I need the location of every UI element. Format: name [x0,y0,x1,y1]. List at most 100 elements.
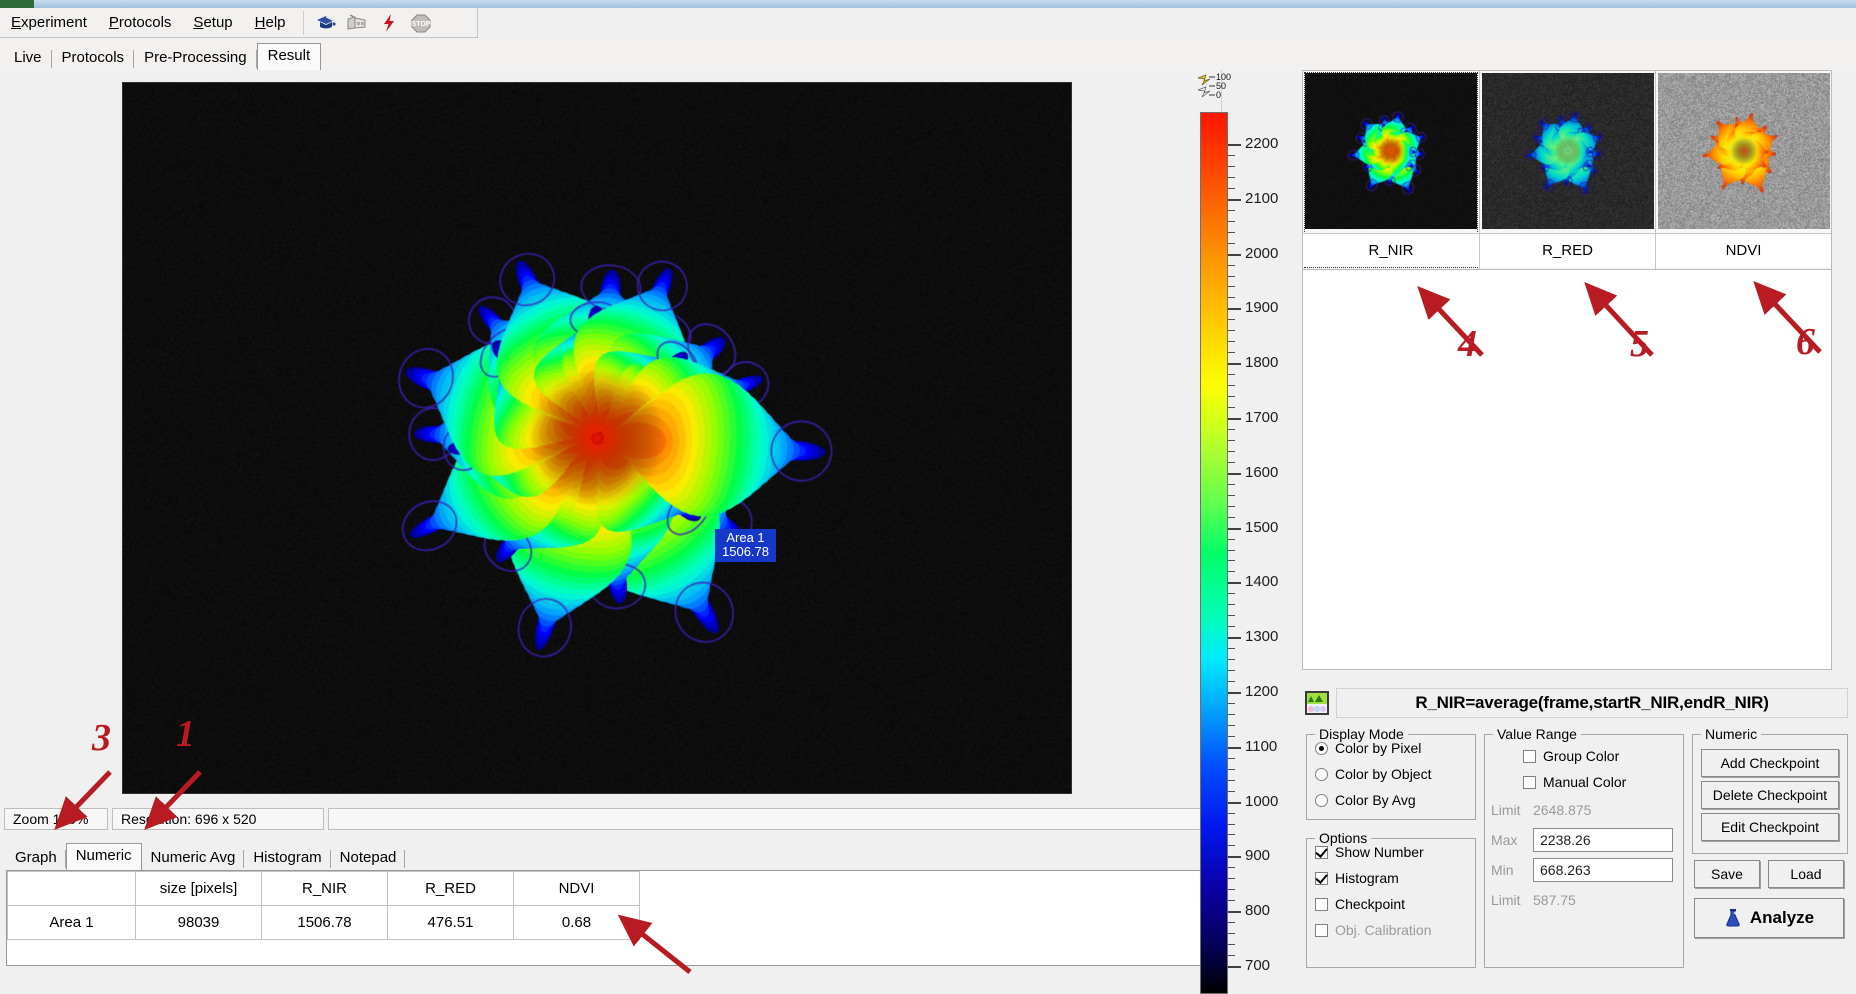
tab-pre-processing[interactable]: Pre-Processing [134,46,257,70]
colorbar-minor-tick [1228,177,1235,178]
radio-color-by-object[interactable]: Color by Object [1307,761,1475,787]
field-limit-lower-value: 587.75 [1533,892,1683,908]
colorbar-minor-tick [1228,648,1235,649]
colorbar-tick-label: 1900 [1245,299,1278,316]
checkbox-histogram-label: Histogram [1335,870,1399,886]
tab-protocols[interactable]: Protocols [52,46,135,70]
colorbar-tick [1228,144,1241,146]
color-scale-ticks: 2200 2100 2000 1900 1800 1700 1600 1500 1400 1300… [1228,112,1298,994]
colorbar-tick [1228,308,1241,310]
radio-color-by-object-indicator [1315,768,1328,781]
thumbnail-list-body[interactable] [1302,270,1832,670]
checkbox-show-number-label: Show Number [1335,844,1424,860]
thumbnail-r-nir[interactable]: R_NIR [1303,71,1479,269]
checkbox-histogram[interactable]: Histogram [1307,865,1475,891]
colorbar-minor-tick [1228,933,1235,934]
status-bar: Zoom 100% Resolution: 696 x 520 [0,806,1222,832]
table-header-cell-ndvi[interactable]: NDVI [514,872,640,906]
camera-protocol-icon[interactable] [345,11,371,35]
color-palette-icon[interactable] [1304,690,1330,716]
radio-color-by-pixel-indicator [1315,742,1328,755]
tab-histogram[interactable]: Histogram [244,846,330,870]
formula-row: R_NIR=average(frame,startR_NIR,endR_NIR) [1300,686,1848,720]
result-tab-strip: Graph Numeric Numeric Avg Histogram Note… [0,842,1222,870]
radio-color-by-avg-label: Color By Avg [1335,792,1416,808]
tab-graph[interactable]: Graph [6,846,66,870]
table-header-cell-r-nir[interactable]: R_NIR [262,872,388,906]
tab-numeric-avg[interactable]: Numeric Avg [142,846,245,870]
colorbar-minor-tick [1228,341,1235,342]
cell-r-nir: 1506.78 [262,906,388,940]
field-min[interactable]: Min 668.263 [1485,855,1683,885]
formula-text[interactable]: R_NIR=average(frame,startR_NIR,endR_NIR) [1336,688,1848,718]
graduation-cap-icon[interactable] [313,11,339,35]
colorbar-tick-label: 800 [1245,902,1270,919]
colorbar-minor-tick [1228,166,1235,167]
svg-text:STOP: STOP [411,21,430,28]
toolbar-separator [303,11,304,35]
thumbnail-r-red-label: R_RED [1480,233,1655,267]
tab-result[interactable]: Result [257,43,322,70]
load-button[interactable]: Load [1768,860,1844,888]
colorbar-minor-tick [1228,615,1235,616]
colorbar-tick [1228,692,1241,694]
table-header-cell-r-red[interactable]: R_RED [388,872,514,906]
window-title-bar [0,0,1856,8]
colorbar-minor-tick [1228,736,1235,737]
field-limit-upper-label: Limit [1491,802,1533,818]
colorbar-tick [1228,637,1241,639]
radio-color-by-pixel-label: Color by Pixel [1335,740,1421,756]
thumbnail-r-nir-image [1305,73,1477,229]
colorbar-tick-label: 2000 [1245,245,1278,262]
cell-size-pixels: 98039 [136,906,262,940]
colorbar-minor-tick [1228,232,1235,233]
colorbar-minor-tick [1228,867,1235,868]
colorbar-tick-label: 1300 [1245,628,1278,645]
colorbar-minor-tick [1228,396,1235,397]
checkbox-checkpoint-box [1315,898,1328,911]
lightning-bolt-icon[interactable] [377,11,403,35]
tab-live[interactable]: Live [4,46,52,70]
colorbar-minor-tick [1228,703,1235,704]
false-color-plant-image[interactable]: Area 1 1506.78 [122,82,1072,794]
numeric-results-table[interactable]: size [pixels] R_NIR R_RED NDVI Area 1 98… [6,870,1214,966]
color-gradient-bar[interactable] [1200,112,1228,994]
checkbox-group-color[interactable]: Group Color [1485,743,1683,769]
save-button[interactable]: Save [1694,860,1760,888]
colorbar-minor-tick [1228,451,1235,452]
numeric-group-title: Numeric [1701,726,1761,742]
field-max-input[interactable]: 2238.26 [1533,828,1673,852]
thumbnail-r-red[interactable]: R_RED [1479,71,1655,269]
histogram-scale-icon[interactable]: 100 50 0 [1196,72,1240,104]
menu-item-protocols[interactable]: Protocols [98,11,183,34]
colorbar-minor-tick [1228,845,1235,846]
tab-notepad[interactable]: Notepad [331,846,406,870]
colorbar-tick [1228,911,1241,913]
svg-text:0: 0 [1216,90,1221,100]
value-range-group: Value Range Group Color Manual Color Lim… [1484,734,1684,968]
colorbar-minor-tick [1228,944,1235,945]
checkbox-manual-color[interactable]: Manual Color [1485,769,1683,795]
tab-numeric[interactable]: Numeric [66,843,142,870]
delete-checkpoint-button[interactable]: Delete Checkpoint [1701,781,1839,809]
checkbox-obj-calibration: Obj. Calibration [1307,917,1475,943]
menu-item-setup[interactable]: Setup [182,11,243,34]
area-measurement-label: Area 1 1506.78 [715,529,776,562]
display-mode-group: Display Mode Color by Pixel Color by Obj… [1306,734,1476,820]
menu-item-experiment[interactable]: Experiment [0,11,98,34]
menu-item-help[interactable]: Help [244,11,297,34]
thumbnail-ndvi[interactable]: NDVI [1655,71,1831,269]
checkbox-checkpoint[interactable]: Checkpoint [1307,891,1475,917]
table-header-cell-size[interactable]: size [pixels] [136,872,262,906]
add-checkpoint-button[interactable]: Add Checkpoint [1701,749,1839,777]
analyze-button[interactable]: Analyze [1694,898,1844,938]
stop-sign-icon[interactable]: STOP [409,11,435,35]
field-min-input[interactable]: 668.263 [1533,858,1673,882]
edit-checkpoint-button[interactable]: Edit Checkpoint [1701,813,1839,841]
checkbox-manual-color-label: Manual Color [1543,774,1626,790]
colorbar-tick-label: 1700 [1245,409,1278,426]
table-row[interactable]: Area 1 98039 1506.78 476.51 0.68 [8,906,640,940]
table-header-cell-selector[interactable] [8,872,136,906]
radio-color-by-avg[interactable]: Color By Avg [1307,787,1475,813]
field-max[interactable]: Max 2238.26 [1485,825,1683,855]
